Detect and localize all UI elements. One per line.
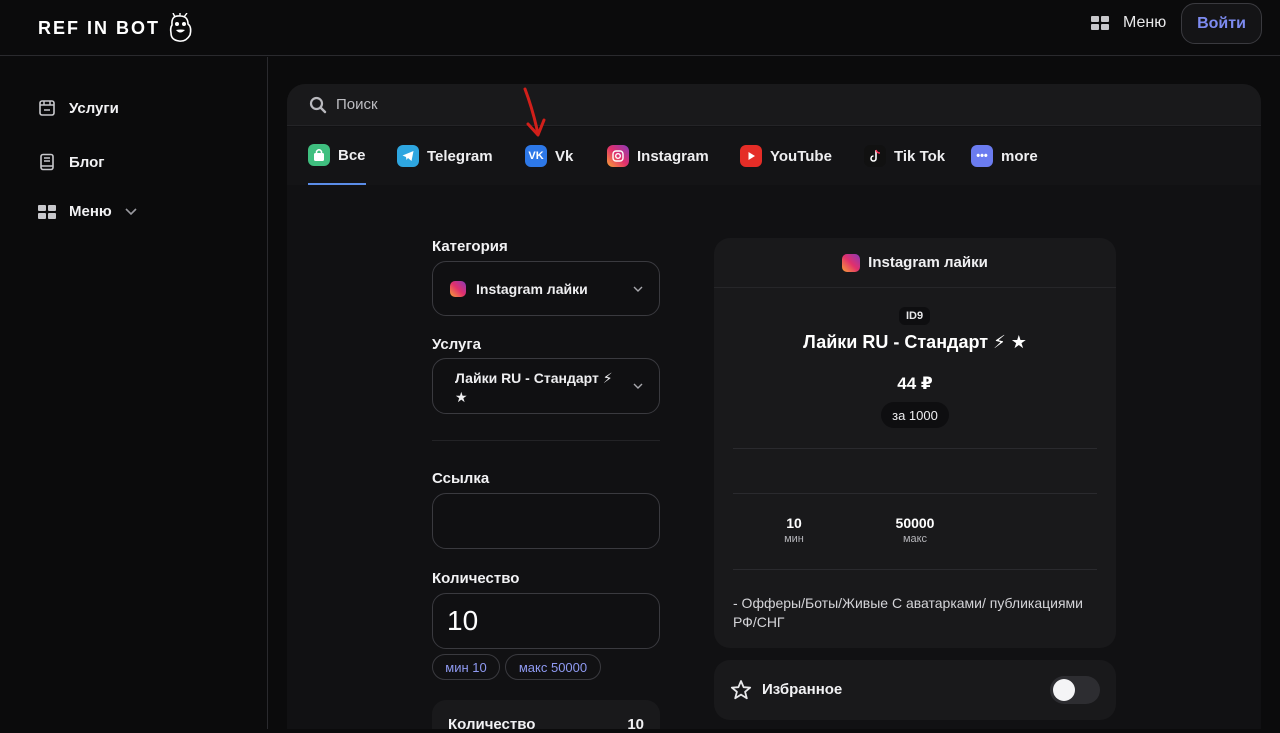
tab-telegram[interactable]: Telegram	[397, 127, 493, 185]
service-card: Instagram лайки ID9 Лайки RU - Стандарт …	[714, 238, 1116, 648]
min-stat-value: 10	[786, 515, 802, 531]
min-quantity-pill[interactable]: мин 10	[432, 654, 500, 680]
divider	[733, 493, 1097, 494]
tab-all[interactable]: Все	[308, 127, 366, 185]
login-button[interactable]: Войти	[1181, 3, 1262, 44]
tab-tiktok[interactable]: Tik Tok	[864, 127, 945, 185]
sidebar-item-services[interactable]: Услуги	[38, 99, 119, 117]
link-input[interactable]	[432, 493, 660, 549]
quantity-label: Количество	[432, 570, 520, 587]
min-stat: 10 мин	[774, 515, 814, 545]
duck-logo-icon	[169, 13, 192, 42]
price-unit-badge: за 1000	[881, 402, 949, 428]
favorite-row: Избранное	[714, 660, 1116, 720]
tab-label: Instagram	[637, 147, 709, 165]
service-title: Лайки RU - Стандарт ⚡ ★	[803, 332, 1027, 352]
chevron-down-icon	[633, 383, 643, 389]
sidebar-item-label: Меню	[69, 203, 112, 220]
sidebar: Услуги Блог Меню	[0, 57, 268, 729]
service-price: 44 ₽	[897, 374, 933, 393]
min-stat-label: мин	[784, 533, 804, 545]
chevron-down-icon	[633, 286, 643, 292]
summary-quantity-label: Количество	[448, 716, 536, 733]
tab-label: Все	[338, 146, 366, 164]
link-label: Ссылка	[432, 470, 490, 487]
tiktok-icon	[864, 145, 886, 167]
tab-instagram[interactable]: Instagram	[607, 127, 709, 185]
instagram-icon	[842, 253, 861, 272]
search-input[interactable]: Поиск	[336, 96, 378, 113]
max-stat: 50000 макс	[885, 515, 945, 545]
star-icon	[730, 680, 752, 700]
id-badge: ID9	[899, 307, 930, 325]
toggle-knob	[1053, 679, 1075, 701]
grid-icon	[38, 204, 56, 219]
chevron-down-icon	[125, 207, 137, 215]
tab-label: more	[1001, 147, 1038, 165]
more-icon: •••	[971, 145, 993, 167]
tab-label: YouTube	[770, 147, 832, 165]
service-value: Лайки RU - Стандарт ⚡ ★	[455, 370, 613, 405]
top-menu-button[interactable]: Меню	[1091, 14, 1166, 32]
card-header-title: Instagram лайки	[868, 254, 988, 271]
card-header: Instagram лайки	[714, 238, 1116, 288]
quantity-input[interactable]: 10	[432, 593, 660, 649]
annotation-arrow-icon	[523, 87, 546, 137]
summary-quantity-value: 10	[627, 716, 644, 733]
sidebar-item-blog[interactable]: Блог	[38, 153, 105, 171]
sidebar-item-label: Блог	[69, 153, 105, 171]
youtube-icon	[740, 145, 762, 167]
vk-icon: VK	[525, 145, 547, 167]
top-bar: REF IN BOT Меню Войти	[0, 0, 1280, 56]
search-bar[interactable]: Поиск	[287, 84, 1261, 126]
tab-label: Telegram	[427, 147, 493, 165]
bag-icon	[308, 144, 330, 166]
favorite-label: Избранное	[762, 681, 843, 698]
favorite-toggle[interactable]	[1050, 676, 1100, 704]
tab-youtube[interactable]: YouTube	[740, 127, 832, 185]
category-label: Категория	[432, 238, 508, 255]
order-summary: Количество 10	[432, 700, 660, 733]
sidebar-item-menu[interactable]: Меню	[38, 203, 137, 220]
store-icon	[39, 100, 55, 116]
category-select[interactable]: Instagram лайки	[432, 261, 660, 316]
logo[interactable]: REF IN BOT	[38, 13, 194, 43]
top-menu-label: Меню	[1123, 14, 1167, 31]
instagram-icon	[607, 145, 629, 167]
tab-label: Vk	[555, 147, 574, 165]
service-description: - Офферы/Боты/Живые С аватарками/ публик…	[733, 595, 1083, 630]
tab-label: Tik Tok	[894, 147, 946, 165]
book-icon	[40, 153, 54, 171]
max-stat-value: 50000	[895, 515, 935, 531]
search-icon	[309, 96, 327, 114]
max-quantity-pill[interactable]: макс 50000	[505, 654, 601, 680]
divider	[432, 440, 660, 441]
category-value: Instagram лайки	[476, 281, 588, 297]
telegram-icon	[397, 145, 419, 167]
service-label: Услуга	[432, 336, 481, 353]
grid-icon	[1091, 16, 1109, 30]
service-select[interactable]: Лайки RU - Стандарт ⚡ ★	[432, 358, 660, 414]
logo-text: REF IN BOT	[38, 17, 160, 38]
divider	[733, 448, 1097, 449]
max-stat-label: макс	[902, 533, 928, 545]
tab-more[interactable]: ••• more	[971, 127, 1038, 185]
instagram-icon	[450, 281, 466, 297]
platform-tabs: Все Telegram VK Vk Instagram YouTube Tik…	[287, 127, 1261, 185]
sidebar-item-label: Услуги	[69, 99, 119, 117]
divider	[733, 569, 1097, 570]
